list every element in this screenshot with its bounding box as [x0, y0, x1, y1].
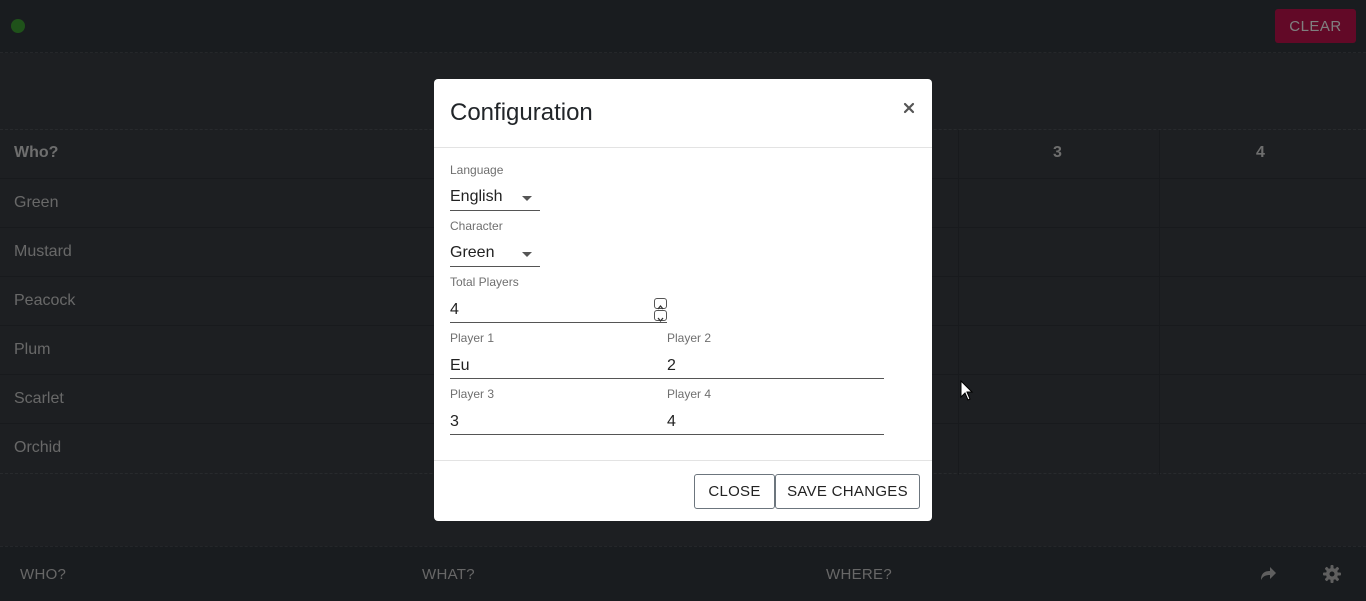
character-value: Green: [450, 244, 495, 261]
modal-title: Configuration: [450, 99, 593, 126]
total-players-value: 4: [450, 301, 459, 318]
chevron-down-icon: [522, 252, 532, 257]
character-select[interactable]: Green: [450, 240, 540, 267]
configuration-dialog: Configuration Language English Character…: [434, 79, 932, 521]
save-changes-button[interactable]: SAVE CHANGES: [775, 474, 920, 509]
player-4-input[interactable]: 4: [667, 408, 884, 435]
character-label: Character: [450, 219, 503, 233]
language-value: English: [450, 188, 503, 205]
player-2-label: Player 2: [667, 331, 712, 345]
total-players-label: Total Players: [450, 275, 519, 289]
close-icon[interactable]: [900, 99, 918, 117]
modal-footer: CLOSE SAVE CHANGES: [434, 460, 932, 521]
player-3-label: Player 3: [450, 387, 495, 401]
chevron-down-icon: [522, 196, 532, 201]
player-4-value: 4: [667, 413, 676, 430]
mouse-cursor-icon: [960, 379, 974, 402]
stepper-up-icon[interactable]: [654, 298, 667, 310]
stepper-down-icon[interactable]: [654, 310, 667, 323]
player-2-input[interactable]: 2: [667, 352, 884, 379]
player-3-value: 3: [450, 413, 459, 430]
number-stepper[interactable]: [654, 298, 667, 323]
language-select[interactable]: English: [450, 184, 540, 211]
player-4-label: Player 4: [667, 387, 712, 401]
language-label: Language: [450, 163, 504, 177]
player-1-value: Eu: [450, 357, 470, 374]
player-2-value: 2: [667, 357, 676, 374]
total-players-input[interactable]: 4: [450, 296, 667, 323]
player-1-input[interactable]: Eu: [450, 352, 667, 379]
modal-header: Configuration: [434, 79, 932, 148]
player-1-label: Player 1: [450, 331, 495, 345]
close-button[interactable]: CLOSE: [694, 474, 775, 509]
player-3-input[interactable]: 3: [450, 408, 667, 435]
